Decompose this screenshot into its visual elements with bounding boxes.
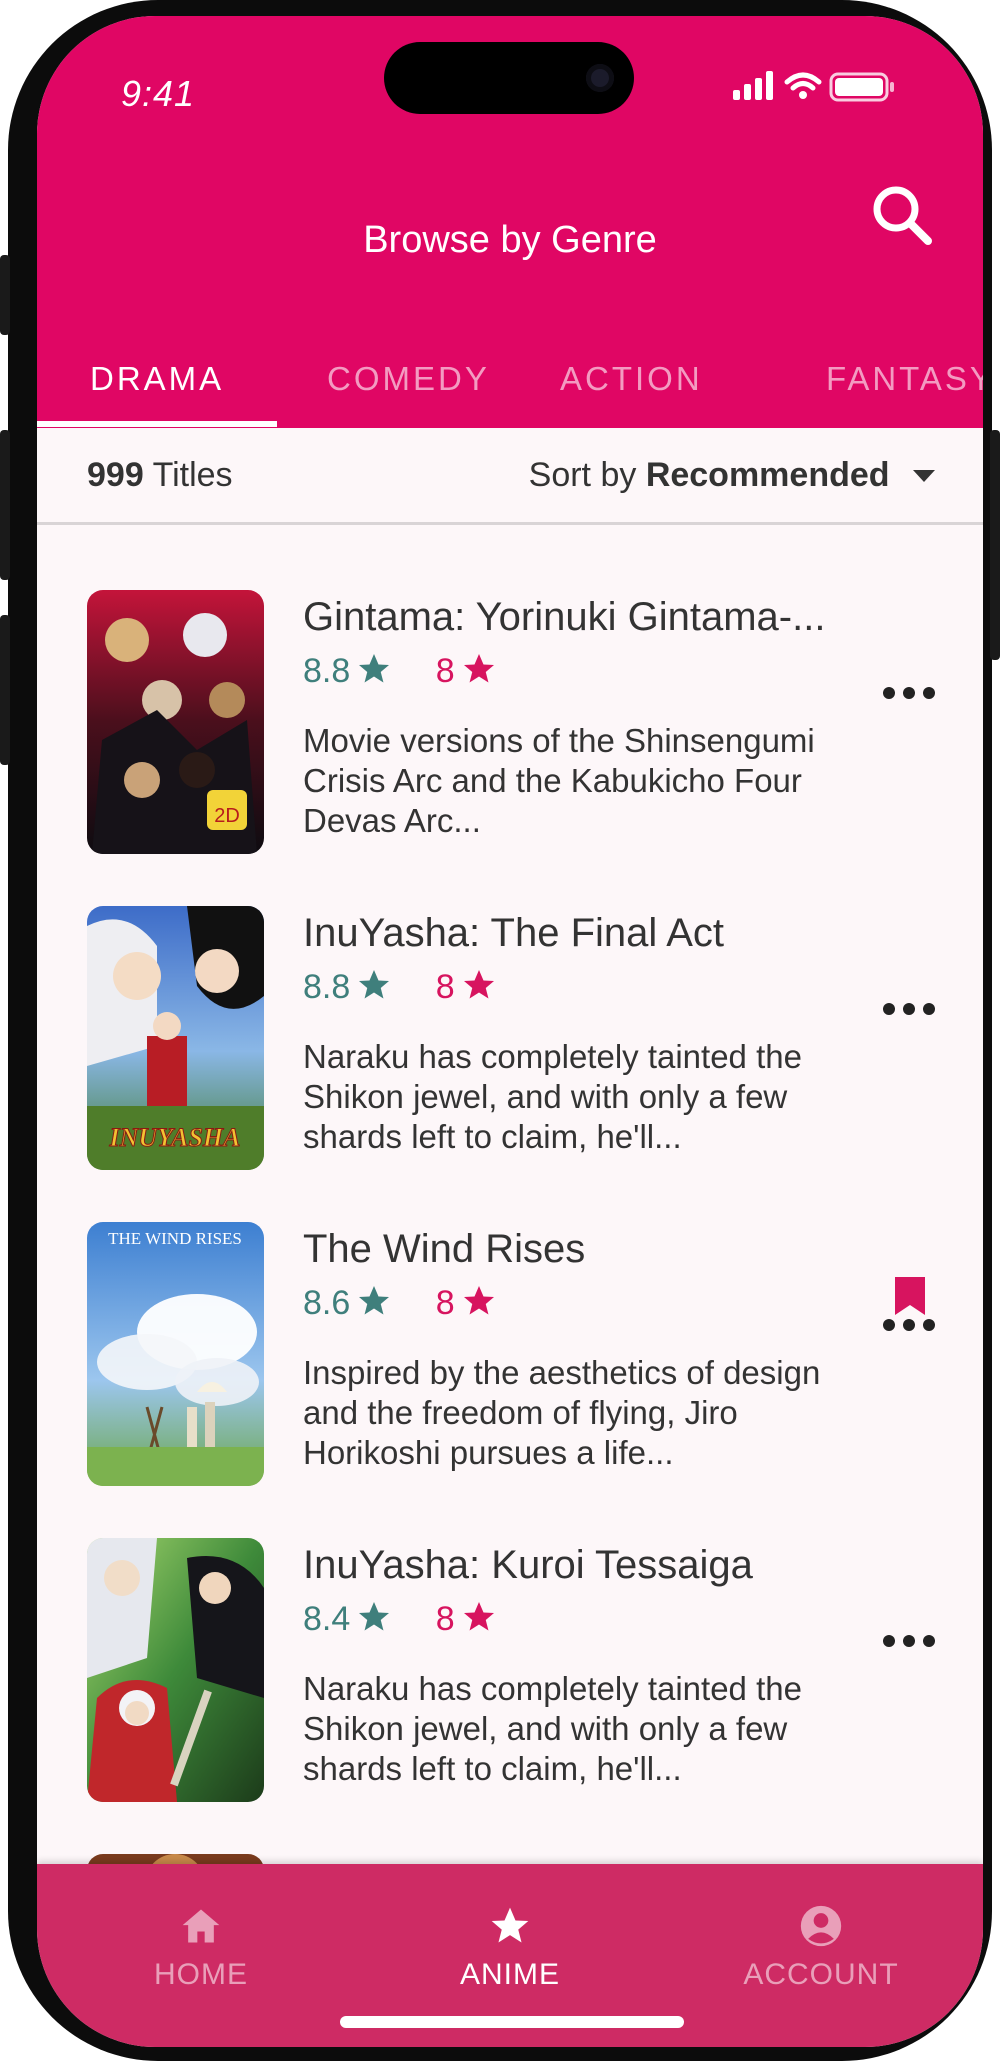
- more-options-icon[interactable]: [879, 1627, 939, 1657]
- tab-drama[interactable]: DRAMA: [90, 360, 224, 398]
- item-description: Inspired by the aesthetics of design and…: [303, 1354, 821, 1471]
- list-item[interactable]: InuYasha: Kuroi Tessaiga 8.4 8 Naraku ha…: [37, 1473, 983, 1802]
- item-description: Naraku has completely tainted the Shikon…: [303, 1038, 802, 1155]
- star-icon: [463, 1602, 494, 1631]
- nav-account-label: ACCOUNT: [743, 1958, 899, 1991]
- phone-frame: 9:41 Browse by Genre DRAMA COMEDY ACTION…: [0, 0, 1000, 2061]
- home-icon: [182, 1909, 220, 1943]
- list-item[interactable]: THE WIND RISES The Wind Rises 8.6 8 Insp…: [37, 1157, 983, 1486]
- status-icons: [733, 68, 913, 108]
- list-toolbar: 999 Titles Sort by Recommended: [37, 428, 983, 525]
- svg-text:2D: 2D: [214, 805, 240, 827]
- user-score: 8: [435, 1600, 455, 1638]
- star-icon: [359, 654, 390, 683]
- tab-fantasy[interactable]: FANTASY: [826, 360, 983, 398]
- account-icon: [800, 1905, 842, 1947]
- battery-icon: [829, 72, 894, 102]
- item-description: Naraku has completely tainted the Shikon…: [303, 1670, 802, 1787]
- star-icon: [463, 654, 494, 683]
- item-title[interactable]: The Wind Rises: [303, 1227, 585, 1272]
- star-icon: [463, 970, 494, 999]
- signal-icon: [733, 71, 773, 100]
- poster-art: [87, 1538, 264, 1802]
- star-icon: [491, 1907, 529, 1943]
- svg-text:INUYASHA: INUYASHA: [109, 1123, 241, 1152]
- sort-prefix: Sort by: [528, 456, 637, 494]
- more-options-icon[interactable]: [879, 995, 939, 1025]
- item-ratings: 8.4 8: [303, 1599, 497, 1643]
- bookmark-icon[interactable]: [895, 1277, 925, 1315]
- tab-action[interactable]: ACTION: [560, 360, 703, 398]
- active-tab-indicator: [37, 421, 277, 427]
- sort-value: Recommended: [645, 456, 890, 494]
- star-icon: [463, 1286, 494, 1315]
- volume-down-button: [0, 615, 10, 765]
- list-item[interactable]: INUYASHA InuYasha: The Final Act 8.8 8 N…: [37, 841, 983, 1170]
- item-description: Movie versions of the Shinsengumi Crisis…: [303, 722, 815, 839]
- poster-art: THE WIND RISES: [87, 1222, 264, 1486]
- item-ratings: 8.6 8: [303, 1283, 497, 1327]
- poster-image[interactable]: [87, 1538, 264, 1802]
- tab-comedy[interactable]: COMEDY: [327, 360, 490, 398]
- sort-dropdown[interactable]: Sort by Recommended: [529, 456, 935, 495]
- item-title[interactable]: InuYasha: The Final Act: [303, 911, 724, 956]
- item-title[interactable]: InuYasha: Kuroi Tessaiga: [303, 1543, 753, 1588]
- poster-image[interactable]: INUYASHA: [87, 906, 264, 1170]
- poster-art: INUYASHA: [87, 906, 264, 1170]
- poster-art: 2D: [87, 590, 264, 854]
- nav-anime[interactable]: ANIME: [410, 1904, 610, 1992]
- power-button: [990, 430, 1000, 660]
- poster-image[interactable]: THE WIND RISES: [87, 1222, 264, 1486]
- item-ratings: 8.8 8: [303, 967, 497, 1011]
- nav-home-label: HOME: [154, 1958, 248, 1991]
- chevron-down-icon: [913, 470, 935, 482]
- user-score: 8: [435, 1284, 455, 1322]
- score: 8.8: [303, 968, 351, 1006]
- user-score: 8: [435, 652, 455, 690]
- app-header: 9:41 Browse by Genre DRAMA COMEDY ACTION…: [37, 16, 983, 428]
- score: 8.6: [303, 1284, 351, 1322]
- dynamic-island: [384, 42, 634, 114]
- nav-account[interactable]: ACCOUNT: [721, 1904, 921, 1992]
- status-time: 9:41: [121, 73, 196, 114]
- star-icon: [359, 970, 390, 999]
- score: 8.4: [303, 1600, 351, 1638]
- title-count-number: 999: [87, 456, 144, 494]
- status-icons-svg: [733, 71, 894, 102]
- home-indicator[interactable]: [340, 2016, 684, 2028]
- front-camera: [586, 64, 614, 92]
- star-icon: [359, 1602, 390, 1631]
- mute-switch: [0, 255, 10, 335]
- list-item[interactable]: 2D Gintama: Yorinuki Gintama-... 8.8 8 M…: [37, 525, 983, 854]
- item-title[interactable]: Gintama: Yorinuki Gintama-...: [303, 595, 825, 640]
- poster-image[interactable]: 2D: [87, 590, 264, 854]
- star-icon: [359, 1286, 390, 1315]
- title-count: 999 Titles: [87, 456, 233, 495]
- svg-text:THE WIND RISES: THE WIND RISES: [108, 1229, 242, 1248]
- nav-home[interactable]: HOME: [101, 1904, 301, 1992]
- wifi-dot: [799, 91, 807, 99]
- more-options-icon[interactable]: [879, 1311, 939, 1341]
- anime-list: 2D Gintama: Yorinuki Gintama-... 8.8 8 M…: [37, 525, 983, 1879]
- search-icon[interactable]: [868, 181, 936, 249]
- score: 8.8: [303, 652, 351, 690]
- app-screen: 9:41 Browse by Genre DRAMA COMEDY ACTION…: [37, 16, 983, 2047]
- title-count-label: Titles: [152, 456, 233, 494]
- volume-up-button: [0, 430, 10, 580]
- item-ratings: 8.8 8: [303, 651, 497, 695]
- user-score: 8: [435, 968, 455, 1006]
- page-title: Browse by Genre: [363, 219, 657, 261]
- more-options-icon[interactable]: [879, 679, 939, 709]
- nav-anime-label: ANIME: [459, 1958, 560, 1991]
- wifi-icon: [784, 72, 822, 91]
- genre-tabs: DRAMA COMEDY ACTION FANTASY: [37, 346, 983, 428]
